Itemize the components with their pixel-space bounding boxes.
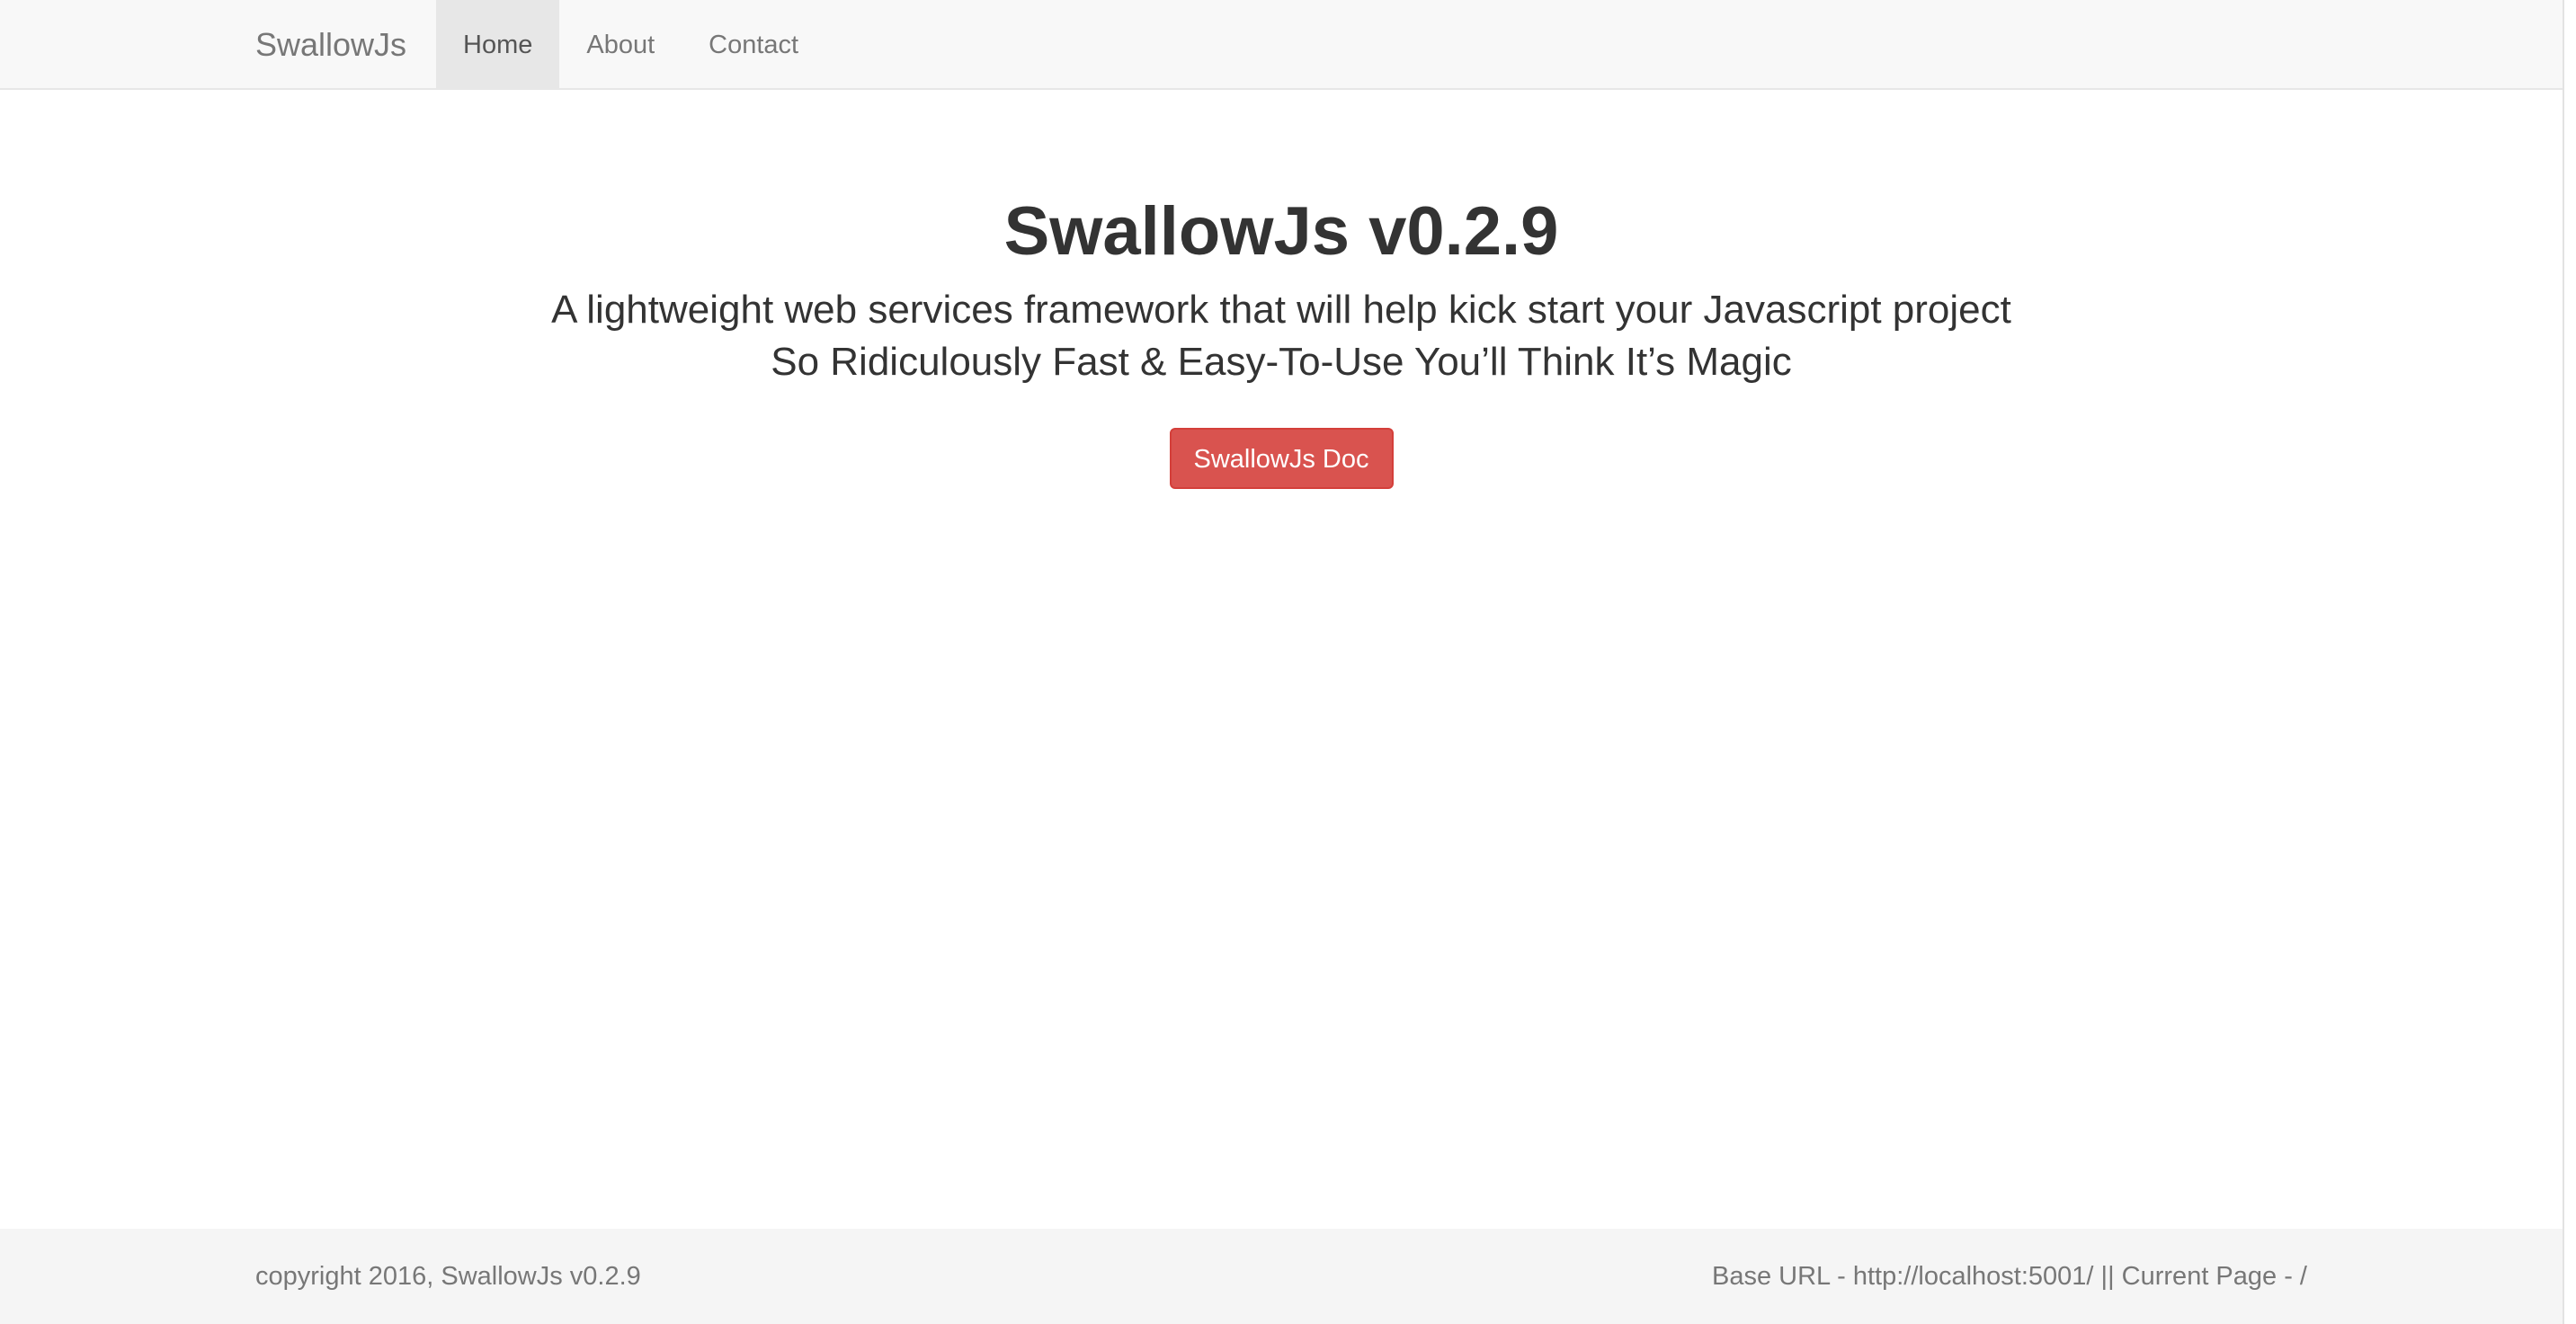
page-title: SwallowJs v0.2.9 bbox=[1003, 193, 1559, 270]
footer: copyright 2016, SwallowJs v0.2.9 Base UR… bbox=[0, 1229, 2563, 1324]
docs-button[interactable]: SwallowJs Doc bbox=[1169, 428, 1394, 489]
hero-section: SwallowJs v0.2.9 A lightweight web servi… bbox=[0, 180, 2563, 489]
nav-item-home[interactable]: Home bbox=[436, 0, 560, 90]
hero-subtitle-line2: So Ridiculously Fast & Easy-To-Use You’l… bbox=[771, 340, 1792, 384]
footer-info: Base URL - http://localhost:5001/ || Cur… bbox=[1712, 1262, 2307, 1291]
page: SwallowJs Home About Contact SwallowJs v… bbox=[0, 0, 2576, 1324]
nav-item-contact[interactable]: Contact bbox=[682, 0, 825, 90]
footer-copyright: copyright 2016, SwallowJs v0.2.9 bbox=[255, 1262, 641, 1291]
brand-link[interactable]: SwallowJs bbox=[255, 0, 406, 90]
nav-menu: Home About Contact bbox=[436, 0, 825, 90]
hero-subtitle-line1: A lightweight web services framework tha… bbox=[551, 288, 2011, 332]
nav-item-about[interactable]: About bbox=[559, 0, 682, 90]
vertical-scrollbar[interactable] bbox=[2563, 0, 2576, 1324]
top-navbar: SwallowJs Home About Contact bbox=[0, 0, 2563, 90]
